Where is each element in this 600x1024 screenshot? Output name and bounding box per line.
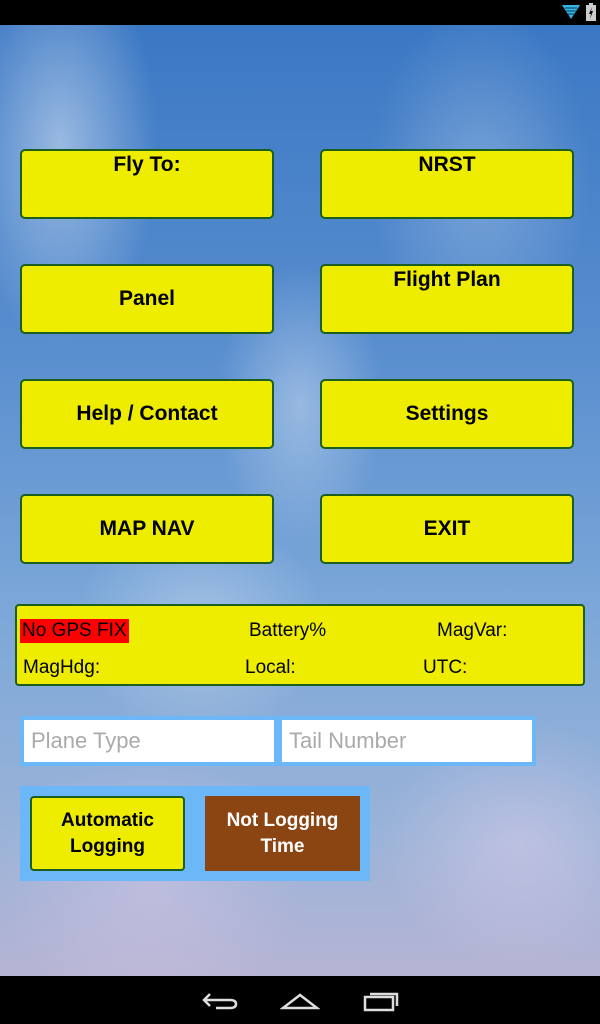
maghdg-label: MagHdg: [23, 657, 101, 678]
automatic-logging-label: Automatic Logging [61, 809, 154, 857]
logging-status-button[interactable]: Not Logging Time [205, 796, 360, 871]
plane-type-input[interactable] [24, 720, 274, 762]
flight-plan-button[interactable]: Flight Plan [320, 264, 574, 334]
wifi-icon [562, 5, 580, 19]
map-nav-button[interactable]: MAP NAV [20, 494, 274, 564]
utc-time-label: UTC: [423, 657, 468, 678]
home-icon[interactable] [280, 991, 320, 1011]
recents-icon[interactable] [362, 990, 402, 1012]
aircraft-input-group [20, 716, 536, 766]
fly-to-button[interactable]: Fly To: [20, 149, 274, 219]
help-contact-button[interactable]: Help / Contact [20, 379, 274, 449]
automatic-logging-button[interactable]: Automatic Logging [30, 796, 185, 871]
status-panel: No GPS FIX Battery% MagVar: MagHdg: Loca… [15, 604, 585, 686]
battery-icon [586, 3, 596, 21]
settings-button[interactable]: Settings [320, 379, 574, 449]
magvar-label: MagVar: [437, 620, 508, 641]
tail-number-input[interactable] [282, 720, 532, 762]
logging-group: Automatic Logging Not Logging Time [20, 786, 370, 881]
panel-button[interactable]: Panel [20, 264, 274, 334]
logging-status-label: Not Logging Time [226, 809, 339, 857]
gps-status: No GPS FIX [20, 619, 129, 643]
navigation-bar [0, 976, 600, 1024]
nrst-button[interactable]: NRST [320, 149, 574, 219]
back-icon[interactable] [200, 990, 240, 1012]
battery-label: Battery% [249, 620, 327, 641]
exit-button[interactable]: EXIT [320, 494, 574, 564]
status-bar [0, 0, 600, 25]
local-time-label: Local: [245, 657, 296, 678]
